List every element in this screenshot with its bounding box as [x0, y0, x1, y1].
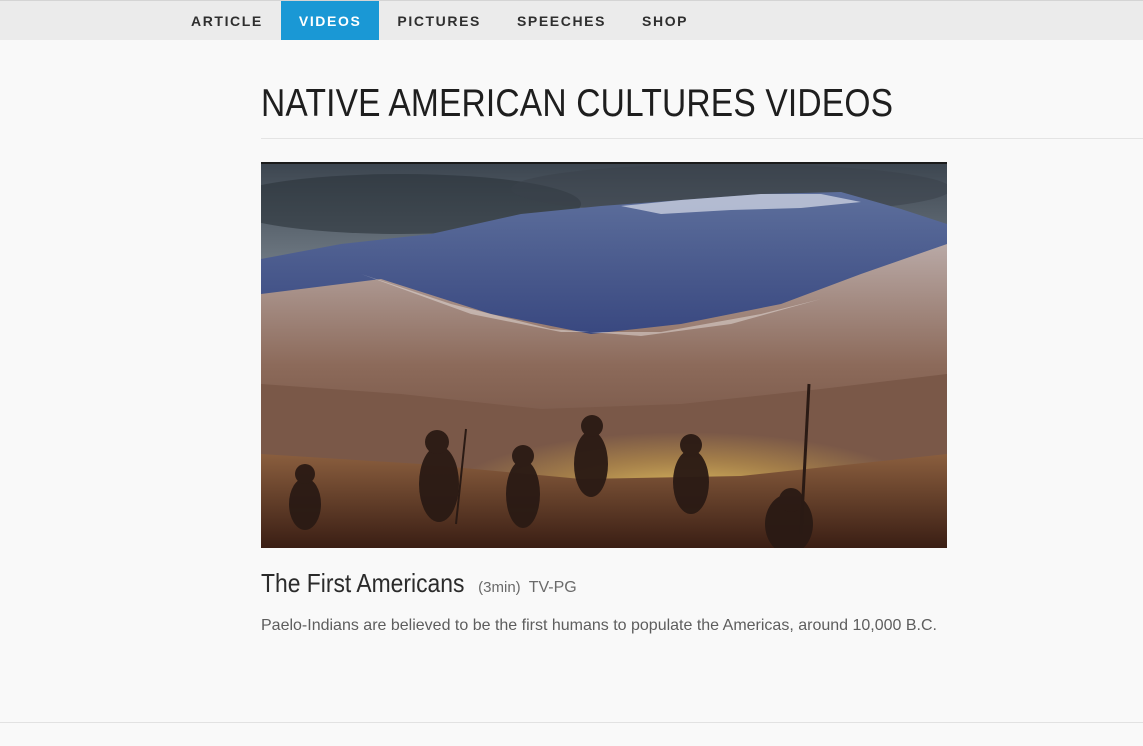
title-divider: [261, 138, 1143, 139]
video-title-link[interactable]: The First Americans: [261, 568, 464, 599]
video-still-image: [261, 164, 947, 548]
tab-videos[interactable]: VIDEOS: [280, 1, 380, 40]
video-description: Paelo-Indians are believed to be the fir…: [261, 617, 937, 634]
page-title: NATIVE AMERICAN CULTURES VIDEOS: [261, 82, 894, 125]
video-thumbnail[interactable]: [261, 162, 947, 548]
section-tabs: ARTICLE VIDEOS PICTURES SPEECHES SHOP: [173, 1, 706, 41]
video-info-row: The First Americans (3min) TV-PG: [261, 568, 577, 599]
tab-shop[interactable]: SHOP: [624, 1, 706, 40]
tab-speeches[interactable]: SPEECHES: [499, 1, 624, 40]
footer-divider: [0, 722, 1143, 723]
tab-article[interactable]: ARTICLE: [173, 1, 281, 40]
video-duration: (3min): [478, 579, 521, 596]
tab-pictures[interactable]: PICTURES: [379, 1, 499, 40]
video-rating-badge: TV-PG: [528, 579, 577, 596]
top-nav-bar: ARTICLE VIDEOS PICTURES SPEECHES SHOP: [0, 0, 1143, 40]
